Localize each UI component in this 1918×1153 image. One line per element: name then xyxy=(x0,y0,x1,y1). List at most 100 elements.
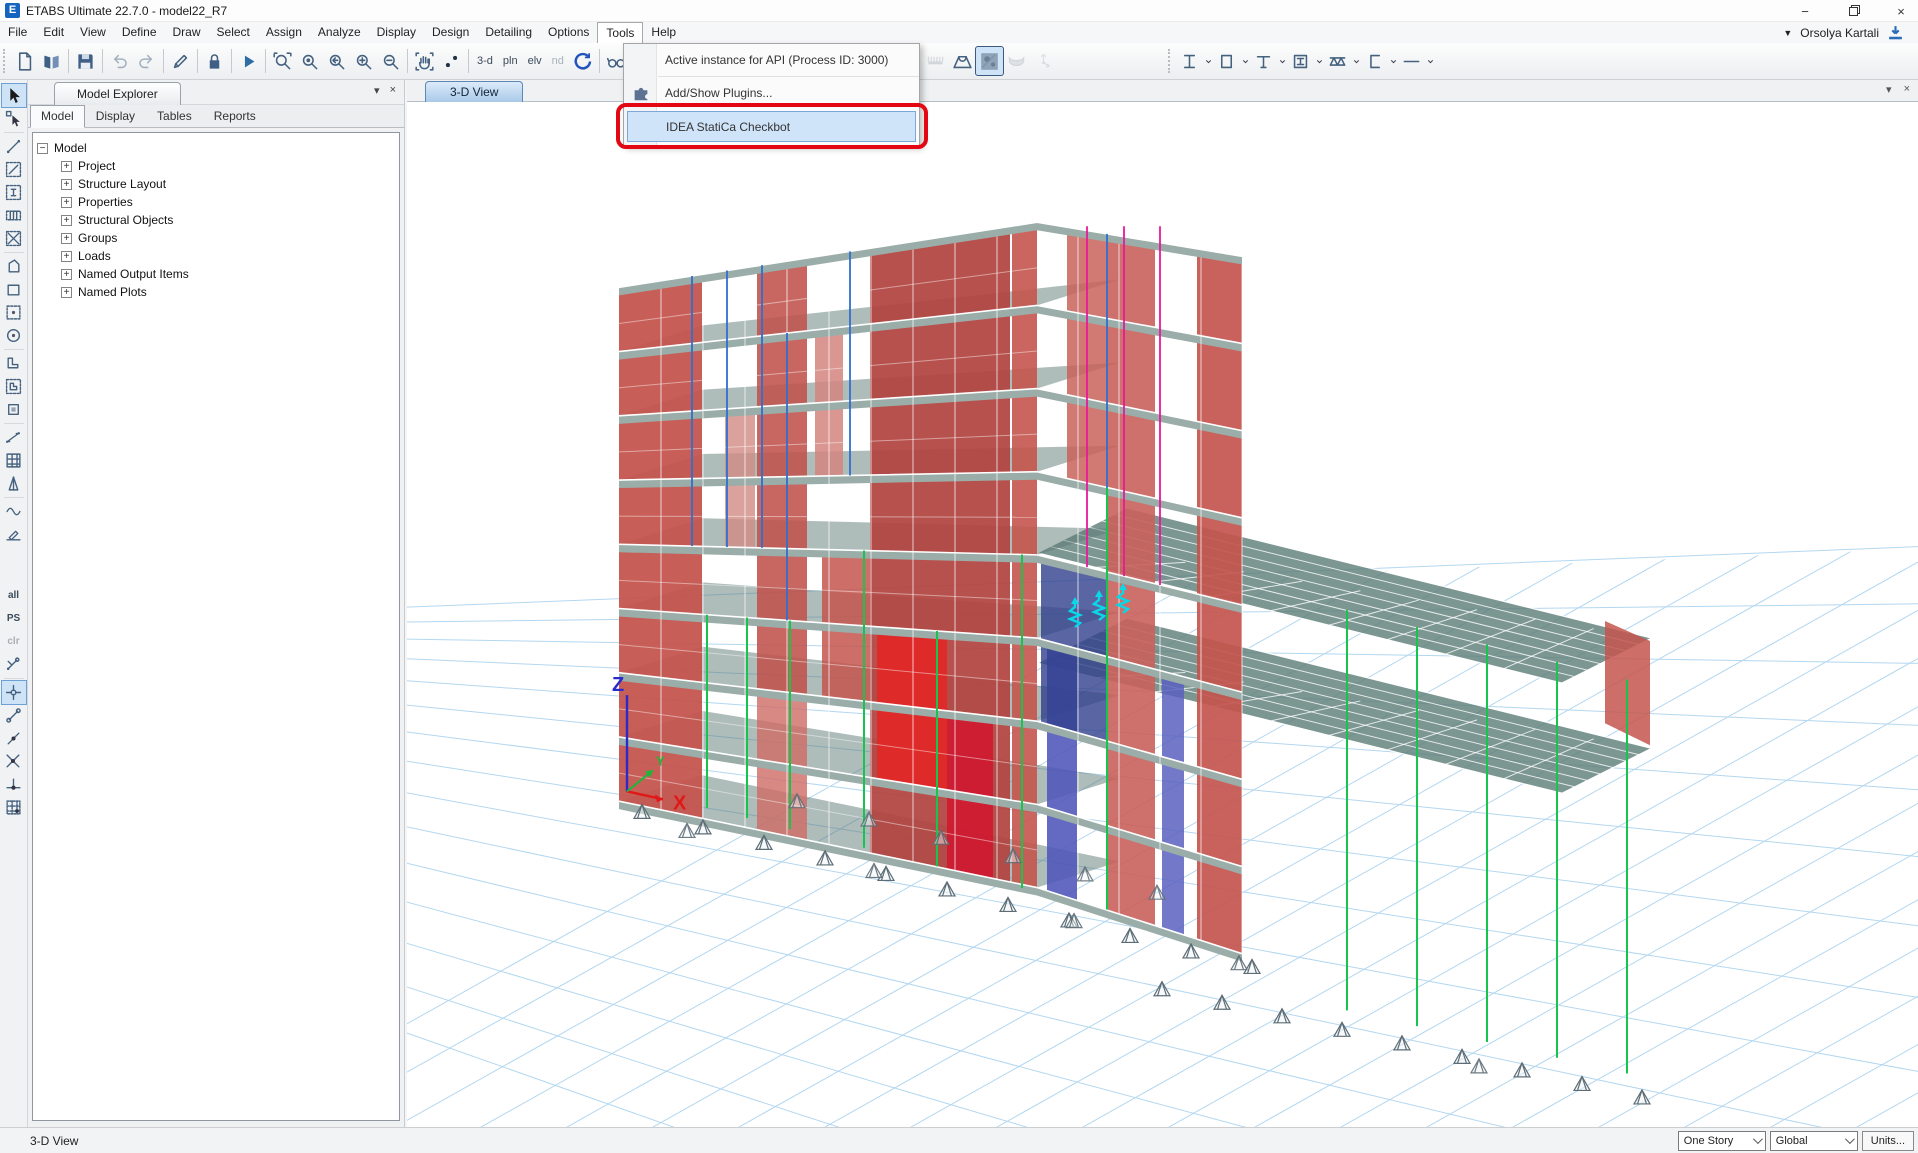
quick-draw-area-button[interactable] xyxy=(2,301,26,324)
new-model-button[interactable] xyxy=(11,47,38,75)
view-plan-button[interactable]: pln xyxy=(498,55,523,67)
coordinate-system-selector[interactable]: Global xyxy=(1770,1131,1858,1151)
box-section-dropdown-icon[interactable] xyxy=(1314,57,1324,66)
tree-item-named-output-items[interactable]: + Named Output Items xyxy=(37,265,395,283)
bridge-view-button[interactable] xyxy=(949,47,976,75)
zoom-out-button[interactable] xyxy=(377,47,404,75)
close-button[interactable]: × xyxy=(1892,4,1910,19)
slab-section-dropdown-icon[interactable] xyxy=(1240,57,1250,66)
menu-options[interactable]: Options xyxy=(540,22,597,43)
story-selector[interactable]: One Story xyxy=(1678,1131,1766,1151)
tree-item-structure-layout[interactable]: + Structure Layout xyxy=(37,175,395,193)
expand-expander-icon[interactable]: + xyxy=(61,215,72,226)
line-section-button[interactable] xyxy=(1398,47,1425,75)
menu-analyze[interactable]: Analyze xyxy=(310,22,369,43)
explorer-tab-reports[interactable]: Reports xyxy=(203,105,267,127)
draw-ramp-button[interactable] xyxy=(2,472,26,495)
line-section-dropdown-icon[interactable] xyxy=(1425,57,1435,66)
explorer-collapse-icon[interactable]: ▾ xyxy=(374,84,380,97)
menu-item-idea-statica-checkbot[interactable]: IDEA StatiCa Checkbot xyxy=(627,111,916,142)
pen-edit-button[interactable] xyxy=(167,47,194,75)
draw-tendon-button[interactable] xyxy=(2,500,26,523)
menu-detailing[interactable]: Detailing xyxy=(477,22,540,43)
quick-draw-frame-button[interactable] xyxy=(2,158,26,181)
save-model-button[interactable] xyxy=(72,47,99,75)
draw-poly-area-button[interactable] xyxy=(2,255,26,278)
snap-to-midpoints-button[interactable] xyxy=(2,727,26,750)
select-previous-button[interactable]: PS xyxy=(2,607,26,630)
draw-window-button[interactable] xyxy=(2,398,26,421)
menu-display[interactable]: Display xyxy=(369,22,424,43)
view-3d-button[interactable]: 3-d xyxy=(472,55,498,67)
collapse-expander-icon[interactable]: − xyxy=(37,143,48,154)
pan-button[interactable] xyxy=(411,47,438,75)
draw-wall-button[interactable] xyxy=(2,352,26,375)
box-section-button[interactable] xyxy=(1287,47,1314,75)
tree-item-loads[interactable]: + Loads xyxy=(37,247,395,265)
expand-expander-icon[interactable]: + xyxy=(61,233,72,244)
snap-to-intersections-button[interactable] xyxy=(2,750,26,773)
object-fill-view-button[interactable] xyxy=(976,47,1003,75)
toolbar-drag-handle[interactable] xyxy=(3,49,8,73)
menu-tools[interactable]: Tools xyxy=(597,22,643,43)
menu-help[interactable]: Help xyxy=(643,22,684,43)
snap-to-perpendicular-button[interactable] xyxy=(2,773,26,796)
menu-view[interactable]: View xyxy=(72,22,114,43)
user-dropdown-caret-icon[interactable]: ▼ xyxy=(1783,28,1792,38)
tree-item-project[interactable]: + Project xyxy=(37,157,395,175)
quick-draw-brace-button[interactable] xyxy=(2,227,26,250)
menu-item-active-instance[interactable]: Active instance for API (Process ID: 300… xyxy=(624,44,919,76)
expand-expander-icon[interactable]: + xyxy=(61,161,72,172)
draw-reference-button[interactable] xyxy=(2,523,26,546)
user-name[interactable]: Orsolya Kartali xyxy=(1800,26,1879,40)
menu-design[interactable]: Design xyxy=(424,22,477,43)
snap-to-points-button[interactable] xyxy=(2,681,26,704)
select-pointer-button[interactable] xyxy=(2,84,26,107)
quick-draw-column-button[interactable] xyxy=(2,181,26,204)
zoom-window-button[interactable] xyxy=(269,47,296,75)
perspective-toggle-button[interactable] xyxy=(438,47,465,75)
zoom-previous-button[interactable] xyxy=(323,47,350,75)
quick-draw-wall-button[interactable] xyxy=(2,375,26,398)
draw-circle-area-button[interactable] xyxy=(2,324,26,347)
lock-model-button[interactable] xyxy=(201,47,228,75)
viewport-collapse-icon[interactable]: ▾ xyxy=(1886,83,1892,96)
tree-item-properties[interactable]: + Properties xyxy=(37,193,395,211)
draw-rect-area-button[interactable] xyxy=(2,278,26,301)
menu-edit[interactable]: Edit xyxy=(35,22,72,43)
expand-expander-icon[interactable]: + xyxy=(61,251,72,262)
truss-section-button[interactable] xyxy=(1324,47,1351,75)
snap-options-button[interactable] xyxy=(2,653,26,676)
menu-item-add-show-plugins[interactable]: Add/Show Plugins... xyxy=(624,77,919,109)
open-model-button[interactable] xyxy=(38,47,65,75)
model-explorer-title-tab[interactable]: Model Explorer xyxy=(54,82,181,105)
menu-define[interactable]: Define xyxy=(114,22,165,43)
explorer-close-icon[interactable]: × xyxy=(390,84,396,97)
tree-item-structural-objects[interactable]: + Structural Objects xyxy=(37,211,395,229)
tee-section-button[interactable] xyxy=(1250,47,1277,75)
tee-section-dropdown-icon[interactable] xyxy=(1277,57,1287,66)
view-tab-3d[interactable]: 3-D View xyxy=(425,81,523,102)
channel-section-dropdown-icon[interactable] xyxy=(1388,57,1398,66)
viewport-close-icon[interactable]: × xyxy=(1904,83,1910,96)
draw-line-button[interactable] xyxy=(2,135,26,158)
user-sync-icon[interactable] xyxy=(1887,24,1904,41)
frame-section-i-dropdown-icon[interactable] xyxy=(1203,57,1213,66)
draw-link-button[interactable] xyxy=(2,426,26,449)
menu-assign[interactable]: Assign xyxy=(258,22,310,43)
zoom-in-button[interactable] xyxy=(350,47,377,75)
toolbar-drag-handle[interactable] xyxy=(1168,49,1173,73)
reshape-object-button[interactable] xyxy=(2,107,26,130)
expand-expander-icon[interactable]: + xyxy=(61,179,72,190)
menu-draw[interactable]: Draw xyxy=(165,22,209,43)
view-elevation-button[interactable]: elv xyxy=(523,55,547,67)
quick-draw-beam-button[interactable] xyxy=(2,204,26,227)
menu-file[interactable]: File xyxy=(0,22,35,43)
tree-item-groups[interactable]: + Groups xyxy=(37,229,395,247)
rotate-view-button[interactable] xyxy=(569,47,596,75)
menu-select[interactable]: Select xyxy=(209,22,258,43)
frame-section-i-button[interactable] xyxy=(1176,47,1203,75)
expand-expander-icon[interactable]: + xyxy=(61,269,72,280)
slab-section-button[interactable] xyxy=(1213,47,1240,75)
truss-section-dropdown-icon[interactable] xyxy=(1351,57,1361,66)
